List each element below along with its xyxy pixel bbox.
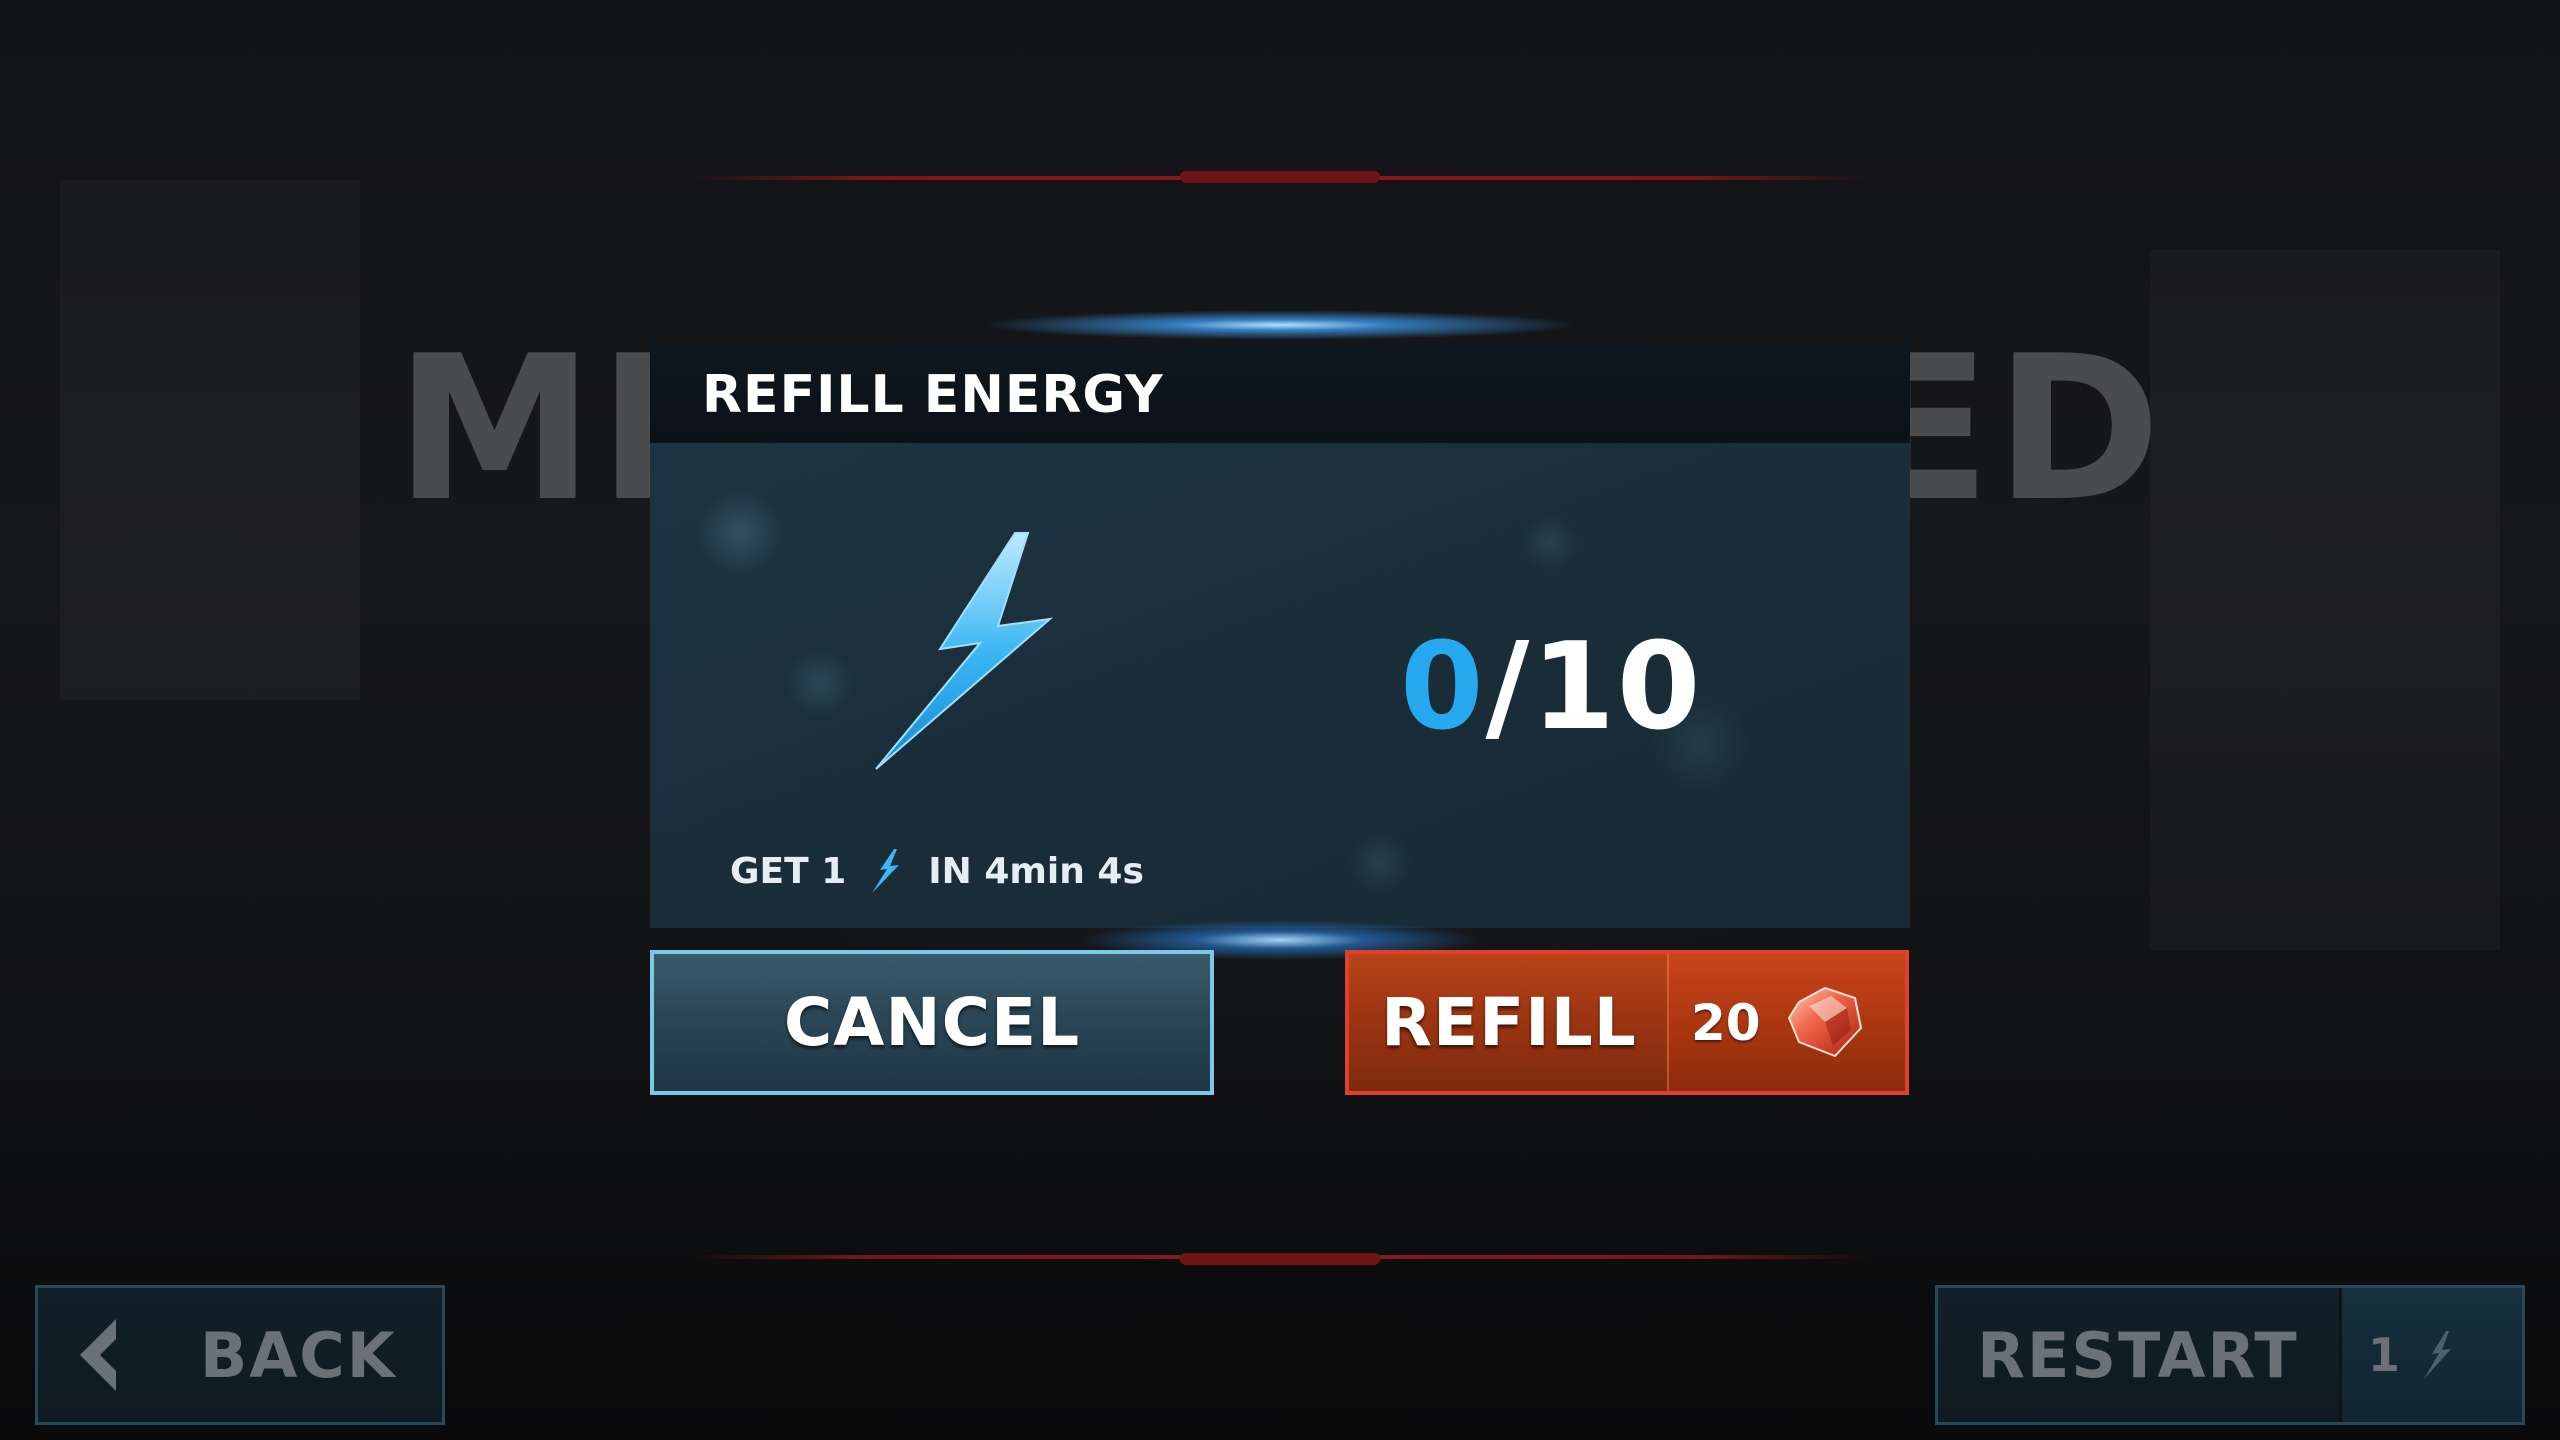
- back-button[interactable]: BACK: [35, 1285, 445, 1425]
- background-scenery: [2150, 250, 2500, 950]
- energy-max: 10: [1531, 618, 1703, 757]
- restart-button[interactable]: RESTART 1: [1935, 1285, 2525, 1425]
- refill-button[interactable]: REFILL 20: [1345, 950, 1909, 1095]
- frame-line-bottom: [690, 1253, 1870, 1265]
- lightning-icon: [872, 849, 900, 893]
- cancel-button-label: CANCEL: [783, 984, 1081, 1061]
- gem-icon: [1787, 986, 1863, 1058]
- dialog-title: REFILL ENERGY: [702, 365, 1164, 425]
- lightning-icon: [875, 532, 1054, 770]
- energy-count: 0/10: [1400, 628, 1702, 748]
- chevron-left-icon: [80, 1319, 116, 1391]
- energy-timer: GET 1 IN 4min 4s: [730, 848, 1144, 894]
- refill-energy-dialog: REFILL ENERGY 0/10 GET 1 IN 4min 4s: [650, 343, 1910, 928]
- energy-separator: /: [1485, 618, 1532, 757]
- refill-price: 20: [1691, 993, 1761, 1052]
- cancel-button[interactable]: CANCEL: [650, 950, 1214, 1095]
- dialog-body: 0/10 GET 1 IN 4min 4s: [650, 443, 1910, 928]
- dialog-header: REFILL ENERGY: [650, 343, 1910, 443]
- lightning-icon: [2424, 1331, 2452, 1379]
- background-title-left: MI: [395, 313, 677, 546]
- restart-button-label: RESTART: [1977, 1318, 2299, 1392]
- refill-price-box: 20: [1667, 954, 1905, 1091]
- frame-line-top: [690, 171, 1870, 183]
- restart-cost: 1: [2368, 1328, 2401, 1382]
- refill-button-label: REFILL: [1381, 984, 1637, 1061]
- back-button-label: BACK: [200, 1318, 397, 1392]
- dialog-glow-top: [980, 310, 1580, 340]
- restart-cost-box: 1: [2339, 1288, 2522, 1422]
- timer-suffix: IN 4min 4s: [928, 850, 1144, 892]
- game-screen: MI ED REFILL ENERGY 0/10 GET 1 IN 4min 4…: [0, 0, 2560, 1440]
- timer-prefix: GET 1: [730, 850, 847, 892]
- energy-current: 0: [1400, 618, 1486, 757]
- background-scenery: [60, 180, 360, 700]
